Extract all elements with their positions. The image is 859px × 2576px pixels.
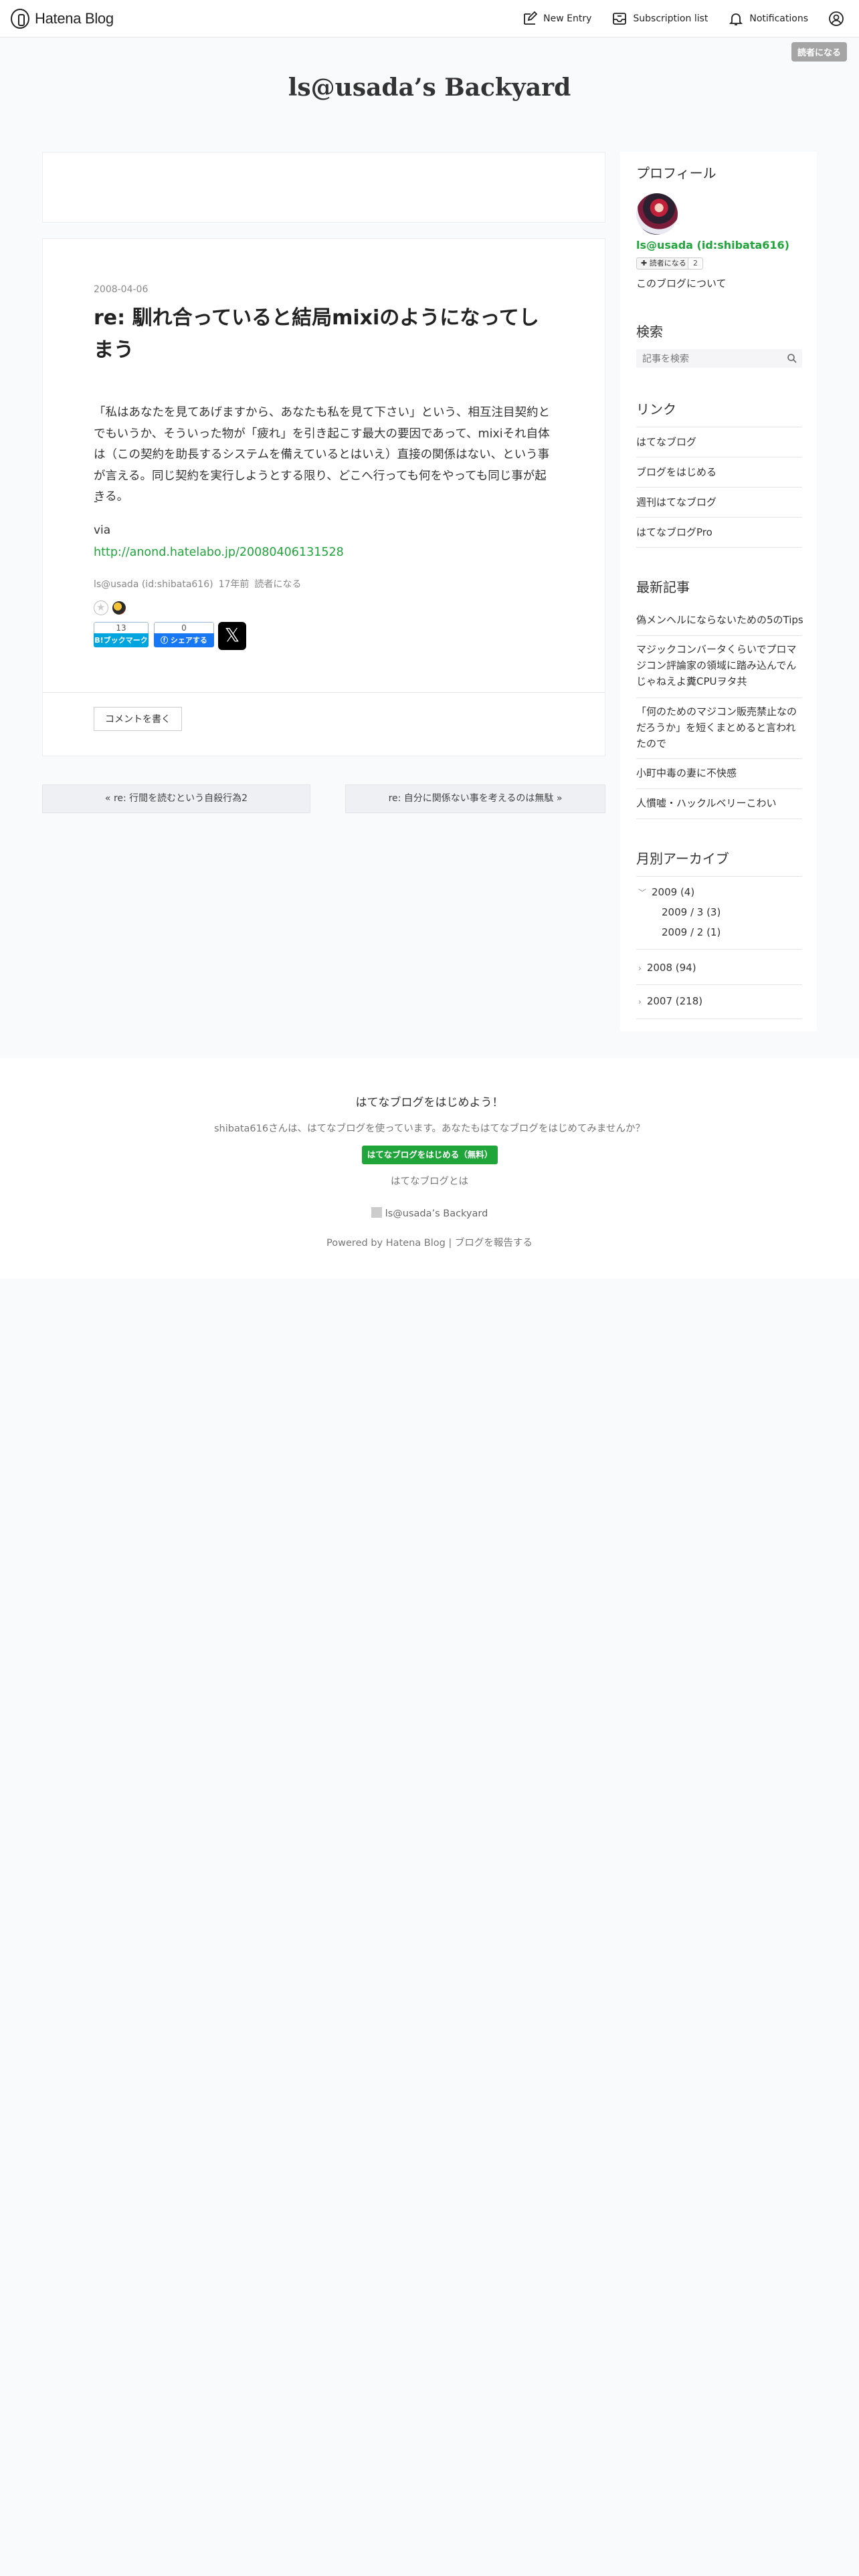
divider — [636, 758, 802, 759]
add-star-icon[interactable] — [94, 601, 108, 615]
entry-date[interactable]: 2008-04-06 — [94, 284, 148, 295]
pager-prev[interactable]: « re: 行間を読むという自殺行為2 — [42, 784, 310, 813]
x-icon: 𝕏 — [224, 624, 240, 646]
sidebar-link-pro[interactable]: はてなブログPro — [636, 524, 803, 540]
hatena-logo-icon — [11, 9, 29, 29]
inbox-icon — [613, 13, 627, 25]
footer-description: shibata616さんは、はてなブログを使っています。あなたもはてなブログをは… — [214, 1123, 645, 1134]
recent-entry[interactable]: 小町中毒の妻に不快感 — [636, 765, 803, 781]
recent-entry[interactable]: 「何のためのマジコン販売禁止なのだろうか」を短くまとめると言われたので — [636, 704, 803, 752]
entry-via: via — [94, 524, 111, 537]
bell-icon — [729, 13, 743, 25]
facebook-share-count: 0 — [154, 622, 214, 633]
subscribe-button[interactable]: 読者になる — [791, 42, 847, 62]
chevron-down-icon: ﹀ — [638, 888, 647, 897]
profile-name[interactable]: ls@usada (id:shibata616) — [636, 239, 789, 251]
recent-entry[interactable]: マジックコンバータくらいでプロマジコン評論家の領域に踏み込んでんじゃねえよ糞CP… — [636, 641, 803, 689]
pager-next[interactable]: re: 自分に関係ない事を考えるのは無駄 » — [345, 784, 605, 813]
entry-footer: ls@usada (id:shibata616) 17年前 読者になる — [94, 577, 306, 591]
subscription-list-link[interactable]: Subscription list — [611, 11, 708, 27]
entry-subscribe-link[interactable]: 読者になる — [254, 579, 301, 590]
notifications-link[interactable]: Notifications — [728, 11, 808, 27]
archive-year-label: 2009 (4) — [652, 886, 695, 898]
archive-month[interactable]: 2009 / 2 (1) — [662, 926, 721, 938]
user-icon — [829, 11, 844, 26]
new-entry-link[interactable]: New Entry — [522, 11, 591, 27]
hatena-blog-logo[interactable]: Hatena Blog — [11, 9, 114, 29]
divider — [636, 487, 802, 488]
hatena-bookmark-label: B!ブックマーク — [94, 633, 149, 647]
star-user-avatar[interactable] — [112, 601, 126, 615]
user-menu[interactable] — [828, 11, 844, 27]
search-icon[interactable] — [787, 353, 797, 364]
entry-author[interactable]: ls@usada (id:shibata616) — [94, 579, 213, 590]
entry-title[interactable]: re: 馴れ合っていると結局mixiのようになってしまう — [94, 302, 549, 366]
facebook-share-button[interactable]: 0 ⓕ シェアする — [154, 622, 214, 647]
search-input[interactable] — [636, 349, 802, 368]
subscription-list-label: Subscription list — [633, 13, 708, 24]
sidebar-link-start-blog[interactable]: ブログをはじめる — [636, 464, 803, 480]
footer-blog-link[interactable]: ls@usada’s Backyard — [0, 1207, 859, 1219]
hatena-bookmark-count: 13 — [94, 622, 149, 633]
blog-favicon-icon — [371, 1207, 382, 1218]
entry-time[interactable]: 17年前 — [219, 579, 250, 590]
chevron-right-icon: › — [638, 964, 642, 973]
global-header: Hatena Blog New Entry Subscription list … — [0, 0, 859, 37]
divider — [636, 697, 802, 698]
footer-blog-name: ls@usada’s Backyard — [385, 1208, 488, 1219]
divider — [636, 1018, 802, 1019]
recent-heading: 最新記事 — [636, 579, 690, 595]
divider — [636, 949, 802, 950]
sidebar-link-weekly[interactable]: 週刊はてなブログ — [636, 494, 803, 510]
divider — [636, 984, 802, 985]
links-heading: リンク — [636, 401, 676, 417]
header-nav: New Entry Subscription list Notification… — [522, 0, 859, 37]
archive-heading: 月別アーカイブ — [636, 851, 729, 867]
profile-subscribe-label: 読者になる — [649, 259, 686, 267]
profile-heading: プロフィール — [636, 165, 717, 181]
divider — [636, 547, 802, 548]
plus-icon: ✚ — [641, 259, 650, 267]
entry-source-link[interactable]: http://anond.hatelabo.jp/20080406131528 — [94, 546, 344, 559]
divider — [636, 635, 802, 636]
notifications-label: Notifications — [749, 13, 808, 24]
profile-avatar[interactable] — [636, 193, 678, 235]
archive-year-label: 2007 (218) — [646, 995, 703, 1007]
archive-year-2009[interactable]: ﹀ 2009 (4) — [638, 886, 694, 898]
hatena-bookmark-button[interactable]: 13 B!ブックマーク — [94, 622, 149, 647]
archive-year-2008[interactable]: › 2008 (94) — [638, 962, 696, 974]
ad-card — [42, 152, 605, 223]
archive-year-2007[interactable]: › 2007 (218) — [638, 995, 702, 1007]
chevron-right-icon: › — [638, 997, 642, 1006]
recent-entry[interactable]: 人慣嘘・ハックルベリーこわい — [636, 795, 803, 811]
archive-year-label: 2008 (94) — [646, 962, 696, 974]
start-blog-button[interactable]: はてなブログをはじめる（無料） — [362, 1146, 498, 1164]
divider — [636, 788, 802, 789]
edit-icon — [524, 11, 538, 25]
facebook-share-label: ⓕ シェアする — [154, 633, 214, 647]
recent-entry[interactable]: 偽メンヘルにならないための5のTips — [636, 612, 803, 628]
facebook-icon: ⓕ — [161, 636, 171, 645]
sidebar-link-hatena-blog[interactable]: はてなブログ — [636, 434, 803, 450]
archive-month[interactable]: 2009 / 3 (3) — [662, 906, 721, 918]
powered-by[interactable]: Powered by Hatena Blog | ブログを報告する — [0, 1235, 859, 1249]
divider — [636, 876, 802, 877]
new-entry-label: New Entry — [543, 13, 592, 24]
divider — [636, 517, 802, 518]
blog-title[interactable]: ls@usada’s Backyard — [0, 74, 859, 102]
search-heading: 検索 — [636, 324, 663, 340]
facebook-share-text: シェアする — [170, 636, 207, 645]
about-blog-link[interactable]: このブログについて — [636, 276, 727, 290]
profile-subscribe-button[interactable]: ✚ 読者になる — [636, 257, 691, 270]
reader-count[interactable]: 2 — [688, 257, 703, 270]
footer-title: はてなブログをはじめよう！ — [355, 1096, 504, 1109]
logo-text: Hatena Blog — [35, 10, 114, 27]
write-comment-button[interactable]: コメントを書く — [94, 707, 182, 731]
about-hatena-blog-link[interactable]: はてなブログとは — [0, 1174, 859, 1188]
entry-body: 「私はあなたを見てあげますから、あなたも私を見て下さい」という、相互注目契約とで… — [94, 406, 550, 504]
x-share-button[interactable]: 𝕏 — [218, 622, 246, 650]
entry-separator: - — [94, 495, 98, 508]
